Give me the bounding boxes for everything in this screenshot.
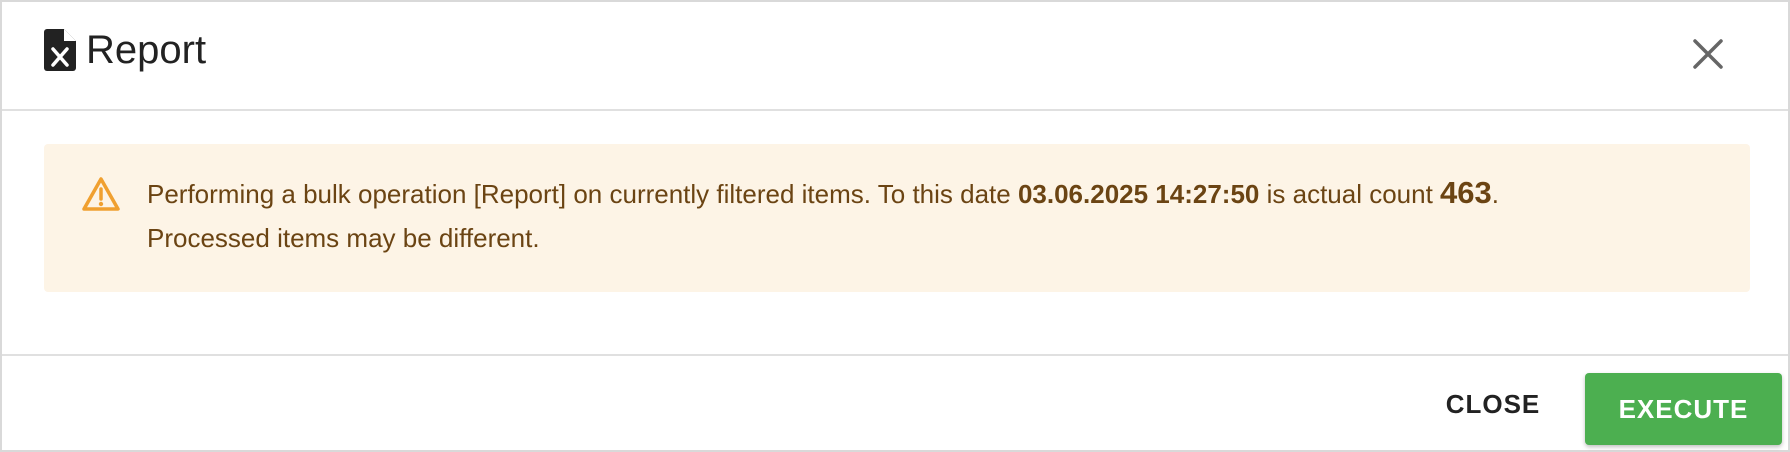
report-dialog: Report Performing a bulk operation [Repo… [0, 0, 1790, 452]
dialog-content: Performing a bulk operation [Report] on … [2, 111, 1788, 354]
warning-triangle-icon [82, 177, 120, 211]
alert-message: Performing a bulk operation [Report] on … [147, 171, 1707, 260]
close-button[interactable]: CLOSE [1418, 374, 1568, 434]
alert-text-part1: Performing a bulk operation [Report] on … [147, 179, 1018, 209]
close-icon[interactable] [1690, 36, 1726, 72]
dialog-header: Report [2, 2, 1788, 111]
alert-text-part2: is actual count [1259, 179, 1441, 209]
execute-button[interactable]: EXECUTE [1585, 373, 1782, 445]
alert-text-line2: Processed items may be different. [147, 223, 540, 253]
alert-text-part3: . [1491, 179, 1500, 209]
alert-date: 03.06.2025 14:27:50 [1017, 179, 1260, 209]
warning-alert: Performing a bulk operation [Report] on … [44, 144, 1750, 292]
dialog-title: Report [86, 28, 207, 72]
excel-file-icon [44, 29, 76, 71]
dialog-footer: CLOSE EXECUTE [2, 354, 1788, 452]
alert-count: 463 [1440, 175, 1492, 210]
